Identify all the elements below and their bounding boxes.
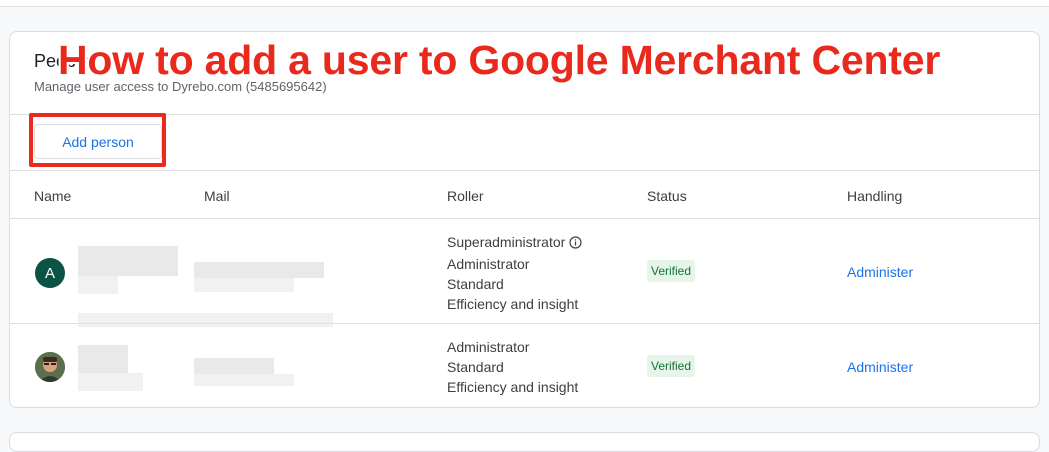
- info-icon[interactable]: [569, 234, 582, 254]
- column-header-status: Status: [647, 188, 687, 204]
- role-list: Superadministrator Administrator Standar…: [447, 232, 582, 314]
- header-divider: [10, 218, 1039, 219]
- role-item: Administrator: [447, 256, 530, 272]
- redacted-email: [194, 262, 324, 278]
- status-badge: Verified: [647, 355, 696, 377]
- toolbar: [10, 114, 1039, 171]
- role-list: Administrator Standard Efficiency and in…: [447, 337, 578, 397]
- role-item: Efficiency and insight: [447, 379, 579, 395]
- avatar: [35, 352, 65, 382]
- column-header-action: Handling: [847, 188, 903, 204]
- top-divider: [0, 0, 1049, 7]
- overlay-headline: How to add a user to Google Merchant Cen…: [58, 37, 941, 83]
- redacted-name-2: [78, 276, 118, 294]
- role-item: Efficiency and insight: [447, 296, 579, 312]
- row-divider: [10, 323, 1039, 324]
- role-item: Administrator: [447, 339, 530, 355]
- column-header-name: Name: [34, 188, 72, 204]
- avatar: A: [35, 258, 65, 288]
- role-item: Standard: [447, 276, 504, 292]
- column-header-mail: Mail: [204, 188, 230, 204]
- administer-link[interactable]: Administer: [847, 264, 913, 280]
- redacted-email-2: [194, 278, 294, 292]
- redacted-strip: [78, 313, 333, 327]
- status-badge: Verified: [647, 260, 696, 282]
- administer-link[interactable]: Administer: [847, 359, 913, 375]
- people-card: People Manage user access to Dyrebo.com …: [9, 31, 1040, 408]
- redacted-name: [78, 345, 128, 373]
- redacted-email: [194, 358, 274, 374]
- redacted-name-2: [78, 373, 143, 391]
- redacted-name: [78, 246, 178, 276]
- next-card: [9, 432, 1040, 452]
- role-item: Standard: [447, 359, 504, 375]
- add-person-button[interactable]: Add person: [34, 124, 162, 159]
- column-header-role: Roller: [447, 188, 484, 204]
- role-item: Superadministrator: [447, 232, 582, 254]
- redacted-email-2: [194, 374, 294, 386]
